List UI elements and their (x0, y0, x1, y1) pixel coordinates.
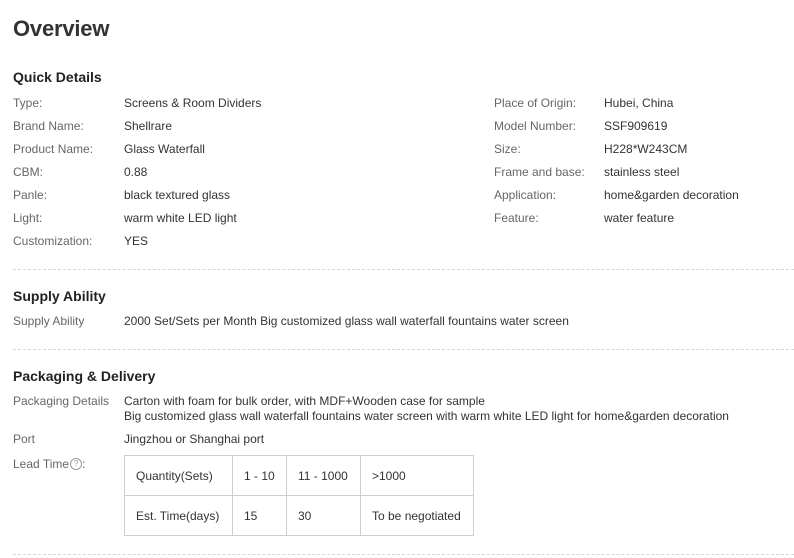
detail-value-product-name: Glass Waterfall (124, 142, 205, 156)
section-divider (13, 554, 794, 555)
detail-label-light: Light: (13, 211, 43, 225)
detail-value-type: Screens & Room Dividers (124, 96, 262, 110)
detail-value-application: home&garden decoration (604, 188, 739, 202)
detail-value-brand-name: Shellrare (124, 119, 173, 133)
detail-value-customization: YES (124, 234, 149, 248)
detail-value-light: warm white LED light (124, 211, 237, 225)
table-cell: >1000 (360, 455, 474, 496)
lead-time-label-group: Lead Time?: (13, 456, 85, 472)
lead-time-table: Quantity(Sets) 1 - 10 11 - 1000 >1000 Es… (124, 455, 474, 536)
lead-time-colon: : (82, 457, 86, 471)
detail-label-feature: Feature: (494, 211, 539, 225)
lead-time-label: Lead Time (13, 457, 70, 471)
supply-ability-heading: Supply Ability (13, 288, 106, 304)
supply-ability-value: 2000 Set/Sets per Month Big customized g… (124, 314, 569, 328)
detail-value-feature: water feature (604, 211, 675, 225)
detail-value-place-of-origin: Hubei, China (604, 96, 674, 110)
table-cell: 15 (232, 495, 287, 536)
section-divider (13, 349, 794, 350)
port-value: Jingzhou or Shanghai port (124, 432, 265, 446)
page-title: Overview (13, 16, 110, 41)
detail-label-frame-and-base: Frame and base: (494, 165, 585, 179)
detail-value-cbm: 0.88 (124, 165, 148, 179)
detail-value-model-number: SSF909619 (604, 119, 668, 133)
detail-label-customization: Customization: (13, 234, 93, 248)
detail-value-frame-and-base: stainless steel (604, 165, 680, 179)
detail-label-cbm: CBM: (13, 165, 43, 179)
detail-label-application: Application: (494, 188, 557, 202)
packaging-details-line-2: Big customized glass wall waterfall foun… (124, 409, 729, 423)
detail-label-product-name: Product Name: (13, 142, 94, 156)
detail-label-size: Size: (494, 142, 521, 156)
packaging-details-label: Packaging Details (13, 394, 110, 408)
port-label: Port (13, 432, 36, 446)
table-cell: Quantity(Sets) (124, 455, 233, 496)
packaging-details-line-1: Carton with foam for bulk order, with MD… (124, 394, 485, 408)
table-cell: 1 - 10 (232, 455, 287, 496)
table-cell: 30 (286, 495, 361, 536)
detail-label-panle: Panle: (13, 188, 48, 202)
supply-ability-label: Supply Ability (13, 314, 85, 328)
detail-value-panle: black textured glass (124, 188, 231, 202)
detail-label-place-of-origin: Place of Origin: (494, 96, 577, 110)
table-row: Est. Time(days) 15 30 To be negotiated (124, 495, 474, 536)
detail-value-size: H228*W243CM (604, 142, 688, 156)
table-cell: 11 - 1000 (286, 455, 361, 496)
question-circle-icon[interactable]: ? (70, 457, 83, 470)
detail-label-brand-name: Brand Name: (13, 119, 84, 133)
product-overview-page: Overview Quick Details Type: Screens & R… (0, 0, 794, 558)
table-row: Quantity(Sets) 1 - 10 11 - 1000 >1000 (124, 455, 474, 496)
detail-label-model-number: Model Number: (494, 119, 577, 133)
section-divider (13, 269, 794, 270)
detail-label-type: Type: (13, 96, 43, 110)
packaging-delivery-heading: Packaging & Delivery (13, 368, 156, 384)
table-cell: Est. Time(days) (124, 495, 233, 536)
table-cell: To be negotiated (360, 495, 474, 536)
quick-details-heading: Quick Details (13, 69, 102, 85)
